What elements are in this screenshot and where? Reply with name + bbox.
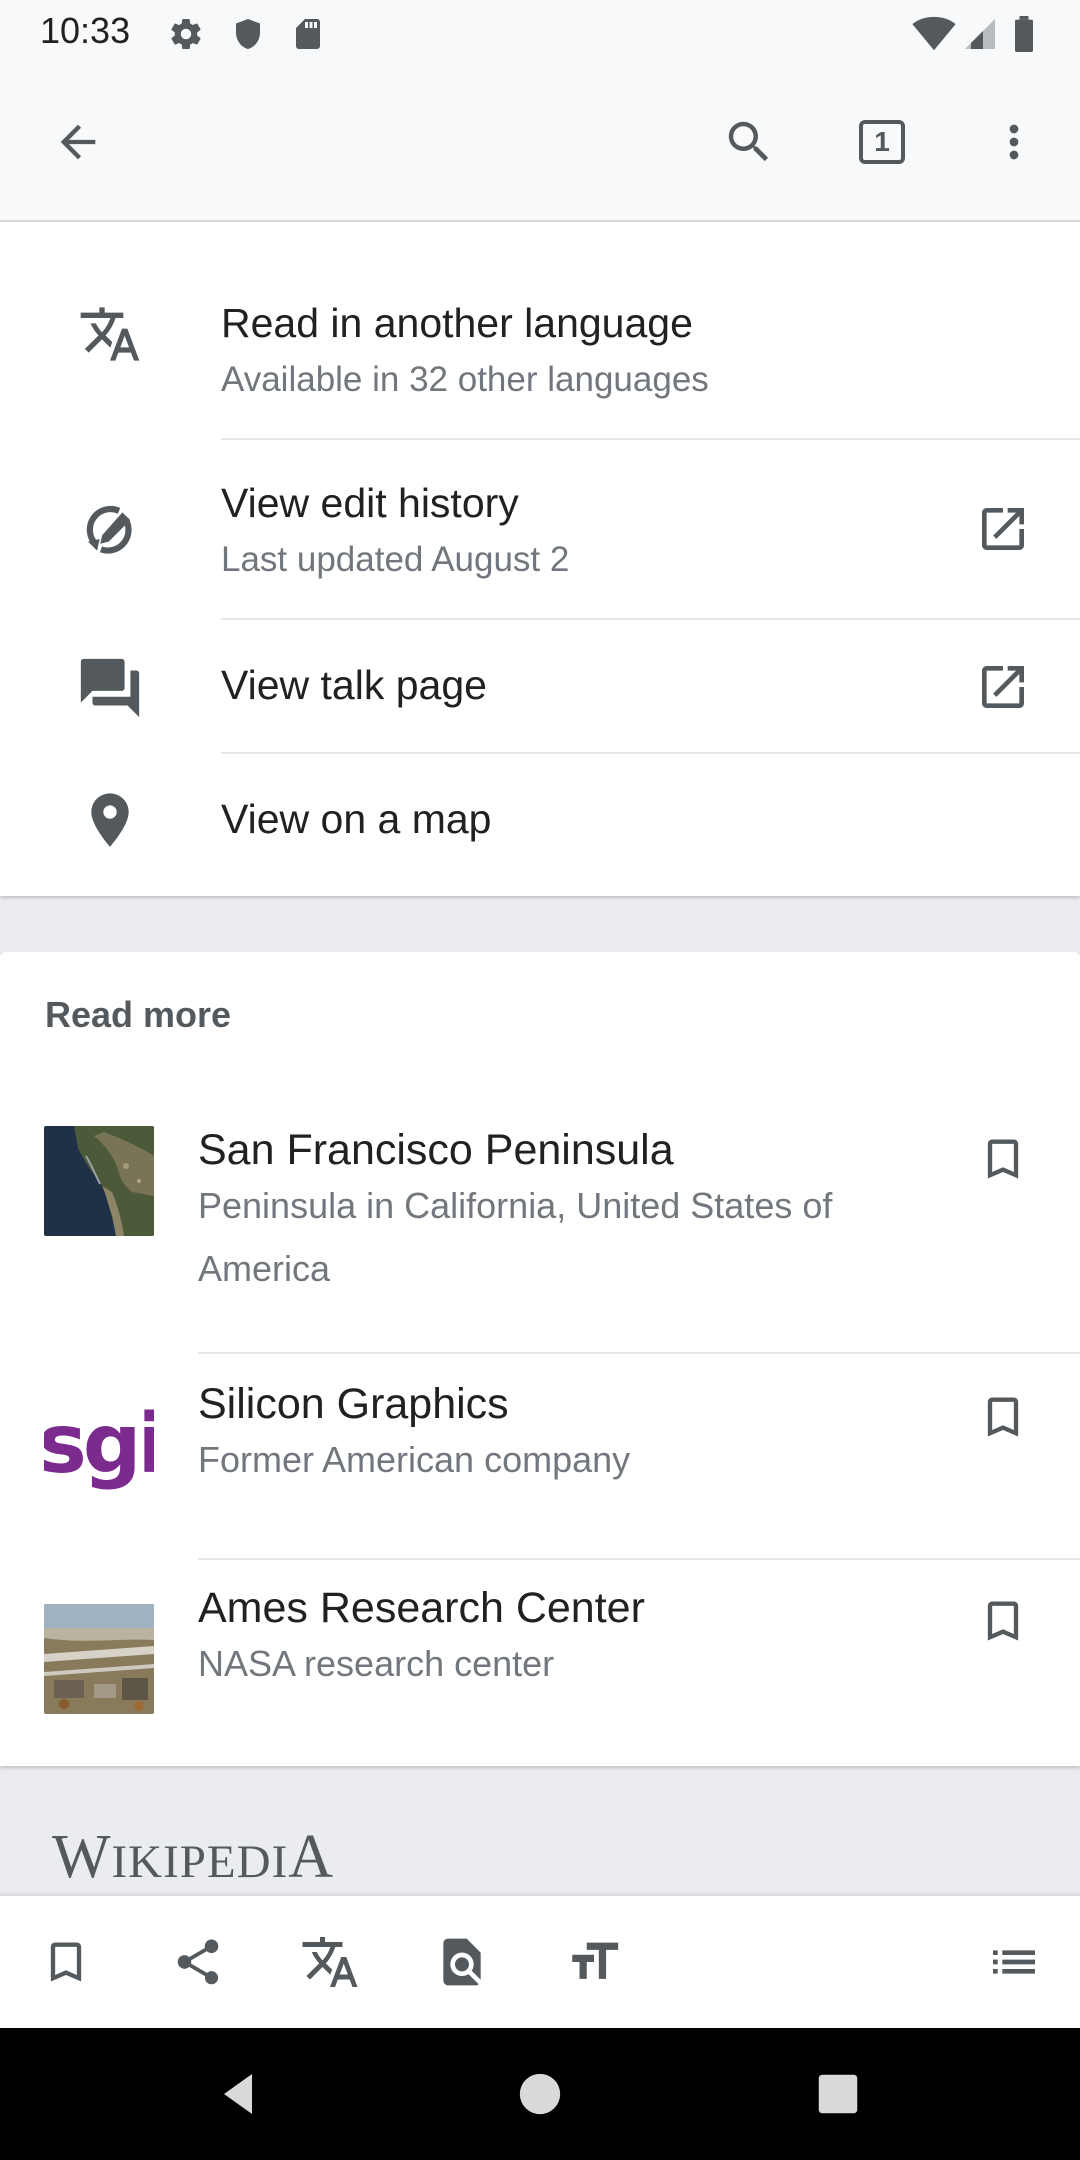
- talk-bubbles-icon: [72, 650, 148, 726]
- system-nav-bar: [0, 2028, 1080, 2160]
- share-icon[interactable]: [156, 1920, 240, 2004]
- bookmark-icon[interactable]: [966, 1380, 1040, 1454]
- wordmark-initial: W: [52, 1823, 112, 1891]
- read-more-heading: Read more: [45, 994, 232, 1035]
- item-description: Peninsula in California, United States o…: [198, 1185, 833, 1289]
- san-francisco-peninsula-thumbnail: [44, 1126, 154, 1236]
- row-title: View talk page: [221, 662, 487, 708]
- read-more-item[interactable]: San Francisco Peninsula Peninsula in Cal…: [0, 1112, 1080, 1304]
- view-edit-history-item[interactable]: View edit history Last updated August 2: [0, 440, 1080, 620]
- open-external-icon: [966, 492, 1040, 566]
- read-more-card: Read more San Francisco Peninsula Penins…: [0, 952, 1080, 1766]
- gear-icon: [168, 16, 204, 52]
- tabs-button[interactable]: 1: [840, 100, 924, 184]
- search-icon[interactable]: [707, 100, 791, 184]
- bookmark-icon[interactable]: [24, 1920, 108, 2004]
- row-title: Read in another language: [221, 300, 693, 346]
- tabs-count: 1: [874, 126, 890, 157]
- item-title: Ames Research Center: [198, 1584, 645, 1632]
- open-external-icon: [966, 650, 1040, 724]
- status-bar: 10:33: [0, 0, 1080, 64]
- read-in-another-language-item[interactable]: Read in another language Available in 32…: [0, 222, 1080, 440]
- wordmark-final: A: [288, 1823, 334, 1891]
- ames-research-center-thumbnail: [44, 1604, 154, 1714]
- translate-icon[interactable]: [288, 1920, 372, 2004]
- shield-icon: [230, 16, 266, 52]
- signal-icon: [962, 16, 998, 52]
- row-title: View edit history: [221, 480, 519, 526]
- app-bar: 1: [0, 64, 1080, 220]
- article-toolbar: [0, 1896, 1080, 2028]
- item-description: NASA research center: [198, 1643, 555, 1684]
- bookmark-icon[interactable]: [966, 1584, 1040, 1658]
- status-time: 10:33: [40, 10, 131, 51]
- nav-back-icon[interactable]: [202, 2056, 278, 2132]
- sgi-logo-text: sgi: [44, 1396, 154, 1492]
- nav-recents-icon[interactable]: [800, 2056, 876, 2132]
- text-size-icon[interactable]: [552, 1920, 636, 2004]
- item-title: San Francisco Peninsula: [198, 1126, 674, 1174]
- translate-icon: [72, 296, 148, 372]
- item-description: Former American company: [198, 1439, 631, 1480]
- page-actions-card: Read in another language Available in 32…: [0, 222, 1080, 896]
- read-more-item[interactable]: Ames Research Center NASA research cente…: [0, 1560, 1080, 1764]
- edit-history-icon: [72, 492, 148, 568]
- arrow-back-icon[interactable]: [36, 100, 120, 184]
- sgi-logo: sgi: [44, 1394, 154, 1504]
- row-subtitle: Available in 32 other languages: [221, 360, 709, 399]
- battery-icon: [1012, 16, 1040, 52]
- row-subtitle: Last updated August 2: [221, 540, 570, 579]
- wifi-icon: [912, 16, 956, 52]
- map-pin-icon: [72, 782, 148, 858]
- nav-home-icon[interactable]: [502, 2056, 578, 2132]
- wordmark-middle: IKIPEDI: [111, 1836, 289, 1888]
- view-talk-page-item[interactable]: View talk page: [0, 620, 1080, 754]
- more-vert-icon[interactable]: [972, 100, 1056, 184]
- item-title: Silicon Graphics: [198, 1380, 509, 1428]
- view-on-map-item[interactable]: View on a map: [0, 754, 1080, 888]
- find-in-page-icon[interactable]: [420, 1920, 504, 2004]
- row-title: View on a map: [221, 796, 492, 842]
- bookmark-icon[interactable]: [966, 1122, 1040, 1196]
- contents-list-icon[interactable]: [972, 1920, 1056, 2004]
- wikipedia-wordmark: WIKIPEDIA: [52, 1822, 334, 1893]
- read-more-item[interactable]: sgi Silicon Graphics Former American com…: [0, 1354, 1080, 1560]
- sd-card-icon: [290, 16, 326, 52]
